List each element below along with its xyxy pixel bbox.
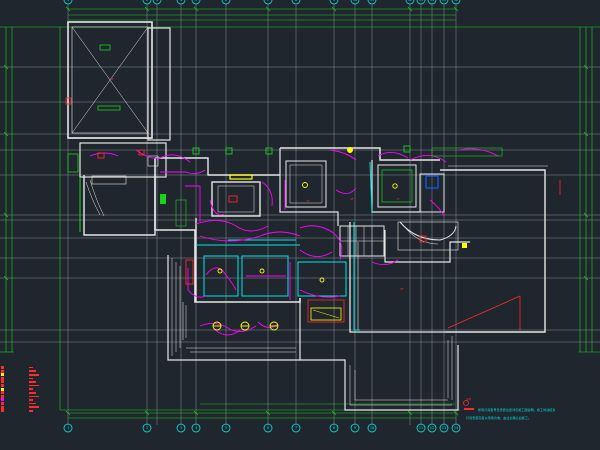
grid-top-bubble-label: 9 — [333, 0, 335, 2]
legend-symbol — [1, 391, 4, 395]
grid-bubbles-top: 1 2 3 4 5 6 7 8 9 10 11 12 13 14 15 16 — [63, 0, 461, 5]
svg-text:2F: 2F — [350, 197, 354, 201]
grid-lines — [0, 4, 600, 425]
section-marker — [447, 180, 561, 330]
grid-top-bubble-label: 2 — [146, 0, 148, 2]
grid-bottom-bubble-label: 13 — [442, 426, 446, 430]
grid-bottom-bubble-label: 6 — [267, 426, 269, 430]
legend-text — [29, 377, 33, 380]
room-tags: 1F 2F 2F 2F 1F — [110, 77, 404, 291]
symbol-legend — [1, 366, 41, 416]
notes-title: 说明 — [466, 398, 472, 401]
grid-bubbles-bottom: 1 2 3 4 5 6 7 8 9 10 11 12 13 14 — [63, 423, 461, 433]
main-walls — [154, 147, 548, 411]
grid-top-bubble-label: 12 — [408, 0, 412, 2]
legend-text — [29, 381, 36, 383]
svg-text:1F: 1F — [110, 77, 114, 81]
grid-top-bubble-label: 8 — [295, 0, 297, 2]
legend-text — [29, 406, 39, 408]
legend-symbol — [1, 398, 4, 402]
svg-text:2F: 2F — [306, 199, 310, 203]
svg-text:2F: 2F — [400, 287, 404, 291]
grid-bottom-bubble-label: 4 — [195, 426, 197, 430]
legend-symbol — [1, 373, 4, 377]
floor-plan-drawing: 1F 2F 2F 2F 1F 1 2 3 4 5 6 7 8 9 10 11 12 13 14 15 16 1… — [0, 0, 600, 433]
grid-top-bubble-label: 6 — [225, 0, 227, 2]
legend-text — [29, 399, 33, 401]
left-stair-block — [79, 142, 167, 236]
grid-bottom-bubble-label: 3 — [180, 426, 182, 430]
grid-top-bubble-label: 3 — [156, 0, 158, 2]
legend-symbol — [1, 409, 4, 413]
grid-bottom-bubble-label: 11 — [419, 426, 423, 430]
grid-bottom-bubble-label: 1 — [67, 426, 69, 430]
legend-text — [29, 374, 39, 376]
grid-top-bubble-label: 16 — [454, 0, 458, 2]
grid-bottom-bubble-label: 10 — [370, 426, 374, 430]
legend-text — [29, 370, 36, 372]
upper-room-block — [67, 21, 171, 141]
grid-bottom-bubble-label: 5 — [225, 426, 227, 430]
legend-symbol — [1, 405, 4, 409]
legend-symbol — [1, 380, 4, 384]
legend-symbol — [1, 376, 4, 380]
notes-line-2: 灯具安装高度以现场为准，由业主确认后施工。 — [466, 416, 532, 420]
grid-bottom-bubble-label: 7 — [295, 426, 297, 430]
grid-bottom-bubble-label: 12 — [430, 426, 434, 430]
grid-top-bubble-label: 1 — [67, 0, 69, 2]
legend-text — [29, 384, 39, 387]
legend-text — [29, 395, 39, 398]
legend-text — [29, 402, 36, 405]
grid-top-bubble-label: 14 — [430, 0, 434, 2]
legend-text — [29, 366, 33, 369]
grid-top-bubble-label: 4 — [180, 0, 182, 2]
legend-symbol — [1, 384, 4, 387]
grid-top-bubble-label: 7 — [267, 0, 269, 2]
grid-top-bubble-label: 10 — [353, 0, 357, 2]
grid-top-bubble-label: 13 — [419, 0, 423, 2]
switch-markers — [65, 97, 503, 323]
notes-line-1: 所有灯具型号及安装位置详见施工图说明，施工时请核对 — [478, 408, 556, 412]
legend-text — [29, 388, 33, 390]
svg-text:1F: 1F — [396, 197, 400, 201]
legend-text — [29, 392, 36, 394]
legend-text — [29, 410, 33, 412]
grid-bottom-bubble-label: 2 — [146, 426, 148, 430]
legend-symbol — [1, 394, 4, 398]
grid-top-bubble-label: 15 — [442, 0, 446, 2]
grid-bottom-bubble-label: 8 — [333, 426, 335, 430]
legend-symbol — [1, 387, 4, 391]
grid-top-bubble-label: 5 — [195, 0, 197, 2]
legend-symbol — [1, 369, 4, 373]
grid-bottom-bubble-label: 14 — [454, 426, 458, 430]
legend-symbol — [1, 402, 4, 405]
legend-symbol — [1, 366, 4, 369]
room-outlines — [196, 161, 373, 331]
grid-top-bubble-label: 11 — [370, 0, 374, 2]
grid-bottom-bubble-label: 9 — [354, 426, 356, 430]
